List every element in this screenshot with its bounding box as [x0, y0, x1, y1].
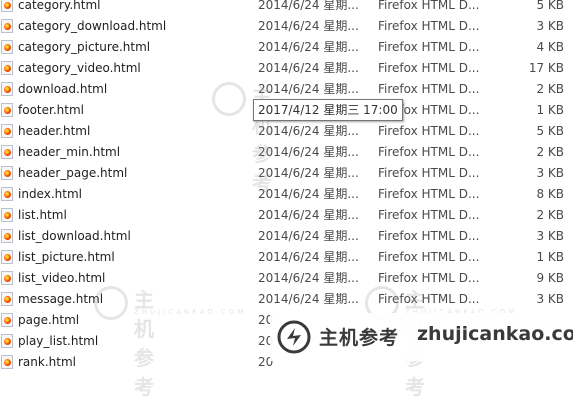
file-name: footer.html [18, 103, 84, 117]
file-name: header_min.html [18, 145, 121, 159]
file-size: 3 KB [536, 19, 564, 33]
firefox-html-file-icon [1, 292, 13, 306]
file-name: category_download.html [18, 19, 167, 33]
firefox-html-file-icon [1, 145, 13, 159]
file-size: 2 KB [536, 145, 564, 159]
file-date: 2014/6/24 星期... [258, 229, 359, 243]
file-type: Firefox HTML D... [378, 229, 480, 243]
file-row[interactable]: category_download.html 2014/6/24 星期... Fir… [0, 16, 573, 37]
firefox-html-file-icon [1, 187, 13, 201]
firefox-html-file-icon [1, 61, 13, 75]
file-date: 2014/6/24 星期... [258, 82, 359, 96]
file-type: Firefox HTML D... [378, 187, 480, 201]
firefox-html-file-icon [1, 208, 13, 222]
firefox-html-file-icon [1, 334, 13, 348]
file-size: 5 KB [536, 124, 564, 138]
file-type: Firefox HTML D... [378, 40, 480, 54]
file-type: Firefox HTML D... [378, 61, 480, 75]
firefox-html-file-icon [1, 166, 13, 180]
file-row[interactable]: list_download.html 2014/6/24 星期... Firefox… [0, 226, 573, 247]
file-size: 3 KB [536, 229, 564, 243]
zhujicankao-logo-icon [277, 320, 311, 354]
file-date: 2014/6/24 星期... [258, 271, 359, 285]
file-row[interactable]: list.html 2014/6/24 星期... Firefox HTML D..… [0, 205, 573, 226]
file-size: 3 KB [536, 166, 564, 180]
file-row[interactable]: list_video.html 2014/6/24 星期... Firefox HT… [0, 268, 573, 289]
file-type: Firefox HTML D... [378, 208, 480, 222]
file-name: rank.html [18, 355, 76, 369]
file-name: list_download.html [18, 229, 131, 243]
file-type: Firefox HTML D... [378, 271, 480, 285]
firefox-html-file-icon [1, 250, 13, 264]
firefox-html-file-icon [1, 19, 13, 33]
file-date: 2014/6/24 星期... [258, 292, 359, 306]
file-name: header_page.html [18, 166, 128, 180]
firefox-html-file-icon [1, 271, 13, 285]
file-row[interactable]: message.html 2014/6/24 星期... Firefox HTML … [0, 289, 573, 310]
file-date: 2014/6/24 星期... [258, 145, 359, 159]
firefox-html-file-icon [1, 40, 13, 54]
file-date: 2014/6/24 星期... [258, 187, 359, 201]
file-date: 2014/6/24 星期... [258, 166, 359, 180]
file-type: Firefox HTML D... [378, 19, 480, 33]
file-type: Firefox HTML D... [378, 82, 480, 96]
file-date: 2014/6/24 星期... [258, 0, 359, 12]
banner-url: zhujicankao.com [417, 323, 573, 345]
file-size: 3 KB [536, 292, 564, 306]
firefox-html-file-icon [1, 0, 13, 12]
file-type: Firefox HTML D... [378, 0, 480, 12]
file-name: category.html [18, 0, 101, 12]
file-name: header.html [18, 124, 91, 138]
file-date: 2014/6/24 星期... [258, 40, 359, 54]
file-name: page.html [18, 313, 80, 327]
file-name: category_picture.html [18, 40, 151, 54]
file-name: download.html [18, 82, 108, 96]
file-date: 2014/6/24 星期... [258, 124, 359, 138]
firefox-html-file-icon [1, 82, 13, 96]
file-date: 2014/6/24 星期... [258, 250, 359, 264]
file-date: 2014/6/24 星期... [258, 61, 359, 75]
file-type: Firefox HTML D... [378, 166, 480, 180]
date-tooltip: 2017/4/12 星期三 17:00 [253, 99, 403, 121]
firefox-html-file-icon [1, 229, 13, 243]
file-name: list_video.html [18, 271, 106, 285]
file-row[interactable]: category_picture.html 2014/6/24 星期... Fire… [0, 37, 573, 58]
file-row[interactable]: header.html 2014/6/24 星期... Firefox HTML D… [0, 121, 573, 142]
file-type: Firefox HTML D... [378, 145, 480, 159]
file-name: list_picture.html [18, 250, 115, 264]
file-size: 4 KB [536, 40, 564, 54]
firefox-html-file-icon [1, 313, 13, 327]
file-type: Firefox HTML D... [378, 124, 480, 138]
firefox-html-file-icon [1, 124, 13, 138]
file-row[interactable]: header_page.html 2014/6/24 星期... Firefox H… [0, 163, 573, 184]
file-size: 1 KB [536, 103, 564, 117]
file-name: list.html [18, 208, 67, 222]
file-type: Firefox HTML D... [378, 292, 480, 306]
file-size: 2 KB [536, 208, 564, 222]
file-size: 5 KB [536, 0, 564, 12]
file-name: play_list.html [18, 334, 99, 348]
file-name: message.html [18, 292, 104, 306]
file-size: 2 KB [536, 82, 564, 96]
file-size: 8 KB [536, 187, 564, 201]
file-row[interactable]: list_picture.html 2014/6/24 星期... Firefox … [0, 247, 573, 268]
file-name: category_video.html [18, 61, 141, 75]
firefox-html-file-icon [1, 355, 13, 369]
file-size: 9 KB [536, 271, 564, 285]
file-type: Firefox HTML D... [378, 250, 480, 264]
banner-title: 主机参考 [319, 327, 400, 349]
site-banner: 主机参考 zhujicankao.com [270, 313, 573, 361]
file-row[interactable]: category_video.html 2014/6/24 星期... Firefo… [0, 58, 573, 79]
file-row[interactable]: header_min.html 2014/6/24 星期... Firefox HT… [0, 142, 573, 163]
file-row[interactable]: index.html 2014/6/24 星期... Firefox HTML D.… [0, 184, 573, 205]
file-date: 2014/6/24 星期... [258, 208, 359, 222]
file-row[interactable]: category.html 2014/6/24 星期... Firefox HTML… [0, 0, 573, 16]
file-size: 1 KB [536, 250, 564, 264]
file-date: 2014/6/24 星期... [258, 19, 359, 33]
file-row[interactable]: download.html 2014/6/24 星期... Firefox HTML… [0, 79, 573, 100]
firefox-html-file-icon [1, 103, 13, 117]
file-size: 17 KB [528, 61, 564, 75]
file-name: index.html [18, 187, 82, 201]
